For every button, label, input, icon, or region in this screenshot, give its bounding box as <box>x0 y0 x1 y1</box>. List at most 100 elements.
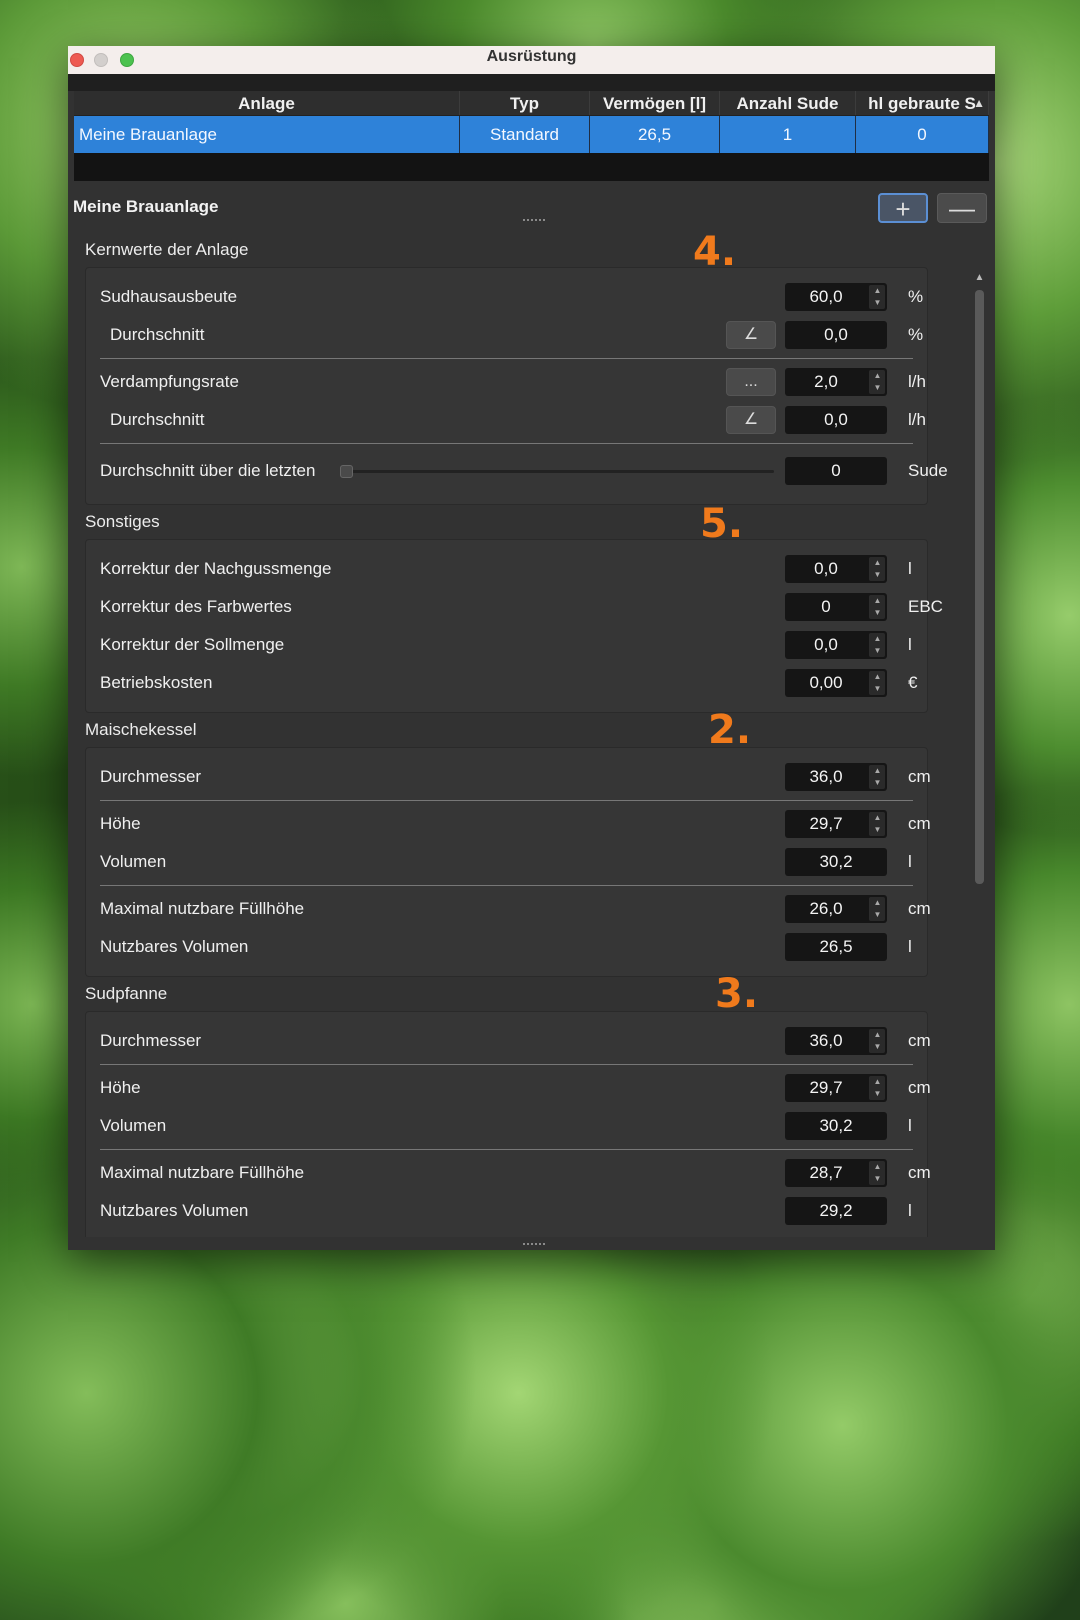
spinbox-value[interactable]: 26,0 <box>785 895 867 923</box>
more-options-button[interactable]: ... <box>726 368 776 396</box>
spin-arrows-icon[interactable]: ▲ ▼ <box>869 897 885 921</box>
spin-arrows-icon[interactable]: ▲ ▼ <box>869 595 885 619</box>
spinbox-value[interactable]: 36,0 <box>785 763 867 791</box>
durchmesser-spinbox[interactable]: 36,0 ▲ ▼ <box>785 763 887 791</box>
nutzvolumen-field: 29,2 <box>785 1197 887 1225</box>
detail-title: Meine Brauanlage <box>73 197 219 216</box>
splitter-handle[interactable] <box>523 219 545 223</box>
cell-anzahl-sude[interactable]: 1 <box>720 116 856 153</box>
hoehe-spinbox[interactable]: 29,7 ▲ ▼ <box>785 810 887 838</box>
vertical-scrollbar[interactable]: ▲ ▼ <box>972 272 987 1250</box>
spinbox-value[interactable]: 0,0 <box>785 631 867 659</box>
column-header-gebraute-sude[interactable]: hl gebraute S ▲ <box>856 91 989 115</box>
detail-scroll-area[interactable]: Kernwerte der Anlage Sudhausausbeute 60,… <box>68 233 995 1237</box>
unit-label: cm <box>908 899 931 918</box>
readonly-value: 26,5 <box>819 937 853 956</box>
spinbox-value[interactable]: 29,7 <box>785 810 867 838</box>
table-header: Anlage Typ Vermögen [l] Anzahl Sude hl g… <box>74 91 989 116</box>
column-header-anlage[interactable]: Anlage <box>74 91 460 115</box>
slider-handle[interactable] <box>340 465 353 478</box>
label-hoehe: Höhe <box>100 1078 141 1097</box>
unit-label: % <box>908 325 924 344</box>
column-header-typ[interactable]: Typ <box>460 91 590 115</box>
unit-label: l/h <box>908 410 926 429</box>
farbwert-spinbox[interactable]: 0 ▲ ▼ <box>785 593 887 621</box>
spin-arrows-icon[interactable]: ▲ ▼ <box>869 1161 885 1185</box>
label-durchschnitt-letzten: Durchschnitt über die letzten <box>100 461 316 480</box>
label-nutzvolumen: Nutzbares Volumen <box>100 937 249 956</box>
sudhausausbeute-spinbox[interactable]: 60,0 ▲ ▼ <box>785 283 887 311</box>
spinbox-value[interactable]: 28,7 <box>785 1159 867 1187</box>
unit-label: € <box>908 673 918 692</box>
durchmesser-spinbox[interactable]: 36,0 ▲ ▼ <box>785 1027 887 1055</box>
label-durchmesser: Durchmesser <box>100 1031 202 1050</box>
readonly-value: 0,0 <box>824 325 848 344</box>
sude-slider[interactable] <box>340 465 774 478</box>
table-row[interactable]: Meine Brauanlage Standard 26,5 1 0 <box>74 116 989 153</box>
column-header-vermoegen[interactable]: Vermögen [l] <box>590 91 720 115</box>
spin-arrows-icon[interactable]: ▲ ▼ <box>869 1029 885 1053</box>
group-title: Maischekessel <box>85 720 197 739</box>
spin-arrows-icon[interactable]: ▲ ▼ <box>869 1076 885 1100</box>
column-header-anzahl-sude[interactable]: Anzahl Sude <box>720 91 856 115</box>
angle-icon: ∠ <box>743 326 759 343</box>
label-nachgussmenge: Korrektur der Nachgussmenge <box>100 559 332 578</box>
label-fuellhoehe: Maximal nutzbare Füllhöhe <box>100 899 305 918</box>
spin-arrows-icon[interactable]: ▲ ▼ <box>869 765 885 789</box>
sort-ascending-icon: ▲ <box>973 96 985 110</box>
equipment-window: Ausrüstung Anlage Typ Vermögen [l] Anzah… <box>68 46 995 1250</box>
apply-average-button[interactable]: ∠ <box>726 406 776 434</box>
fuellhoehe-spinbox[interactable]: 28,7 ▲ ▼ <box>785 1159 887 1187</box>
apply-average-button[interactable]: ∠ <box>726 321 776 349</box>
unit-label: l <box>908 852 912 871</box>
label-volumen: Volumen <box>100 1116 167 1135</box>
annotation-number: 2. <box>708 707 752 753</box>
fuellhoehe-spinbox[interactable]: 26,0 ▲ ▼ <box>785 895 887 923</box>
group-sonstiges: Sonstiges Korrektur der Nachgussmenge 0,… <box>68 501 948 713</box>
nachguss-spinbox[interactable]: 0,0 ▲ ▼ <box>785 555 887 583</box>
verdampfungsrate-spinbox[interactable]: 2,0 ▲ ▼ <box>785 368 887 396</box>
cell-typ[interactable]: Standard <box>460 116 590 153</box>
spin-arrows-icon[interactable]: ▲ ▼ <box>869 812 885 836</box>
cell-anlage[interactable]: Meine Brauanlage <box>74 116 460 153</box>
divider <box>100 358 913 359</box>
cell-vermoegen[interactable]: 26,5 <box>590 116 720 153</box>
column-header-label: hl gebraute S <box>868 94 976 113</box>
remove-equipment-button[interactable]: — <box>937 193 987 223</box>
scroll-up-arrow-icon[interactable]: ▲ <box>972 272 987 286</box>
spin-arrows-icon[interactable]: ▲ ▼ <box>869 633 885 657</box>
label-durchschnitt: Durchschnitt <box>110 325 205 344</box>
bottom-resize-handle[interactable] <box>523 1243 545 1247</box>
scrollbar-thumb[interactable] <box>975 290 984 884</box>
equipment-table: Anlage Typ Vermögen [l] Anzahl Sude hl g… <box>74 91 989 181</box>
spin-arrows-icon[interactable]: ▲ ▼ <box>869 370 885 394</box>
spinbox-value[interactable]: 29,7 <box>785 1074 867 1102</box>
annotation-number: 5. <box>700 501 744 547</box>
spin-arrows-icon[interactable]: ▲ ▼ <box>869 285 885 309</box>
readonly-value: 30,2 <box>819 1116 853 1135</box>
unit-label: l <box>908 1116 912 1135</box>
spin-arrows-icon[interactable]: ▲ ▼ <box>869 557 885 581</box>
unit-label: % <box>908 287 924 306</box>
divider <box>100 1149 913 1150</box>
cell-gebraute-sude[interactable]: 0 <box>856 116 989 153</box>
label-hoehe: Höhe <box>100 814 141 833</box>
group-title: Sonstiges <box>85 512 160 531</box>
spinbox-value[interactable]: 60,0 <box>785 283 867 311</box>
betriebskosten-spinbox[interactable]: 0,00 ▲ ▼ <box>785 669 887 697</box>
annotation-number: 3. <box>715 971 759 1017</box>
spinbox-value[interactable]: 36,0 <box>785 1027 867 1055</box>
spinbox-value[interactable]: 2,0 <box>785 368 867 396</box>
divider <box>100 800 913 801</box>
volumen-field: 30,2 <box>785 848 887 876</box>
title-bar: Ausrüstung <box>68 46 995 74</box>
sollmenge-spinbox[interactable]: 0,0 ▲ ▼ <box>785 631 887 659</box>
spinbox-value[interactable]: 0 <box>785 593 867 621</box>
add-equipment-button[interactable]: + <box>878 193 928 223</box>
spinbox-value[interactable]: 0,0 <box>785 555 867 583</box>
spin-arrows-icon[interactable]: ▲ ▼ <box>869 671 885 695</box>
label-sollmenge: Korrektur der Sollmenge <box>100 635 285 654</box>
spinbox-value[interactable]: 0,00 <box>785 669 867 697</box>
group-title: Kernwerte der Anlage <box>85 240 249 259</box>
hoehe-spinbox[interactable]: 29,7 ▲ ▼ <box>785 1074 887 1102</box>
